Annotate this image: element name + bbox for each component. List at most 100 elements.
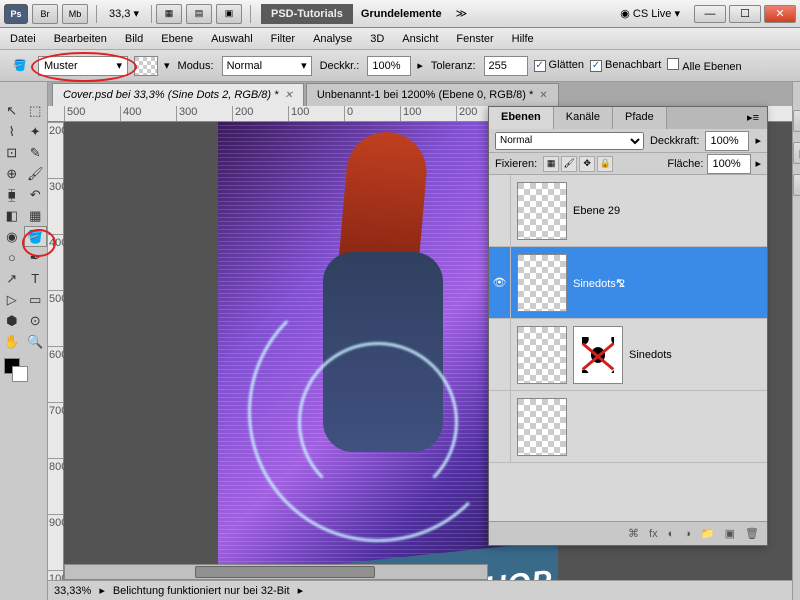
hand-tool[interactable]: ✋ [0, 331, 24, 352]
lock-transparency-icon[interactable]: ▦ [543, 156, 559, 172]
smart-filter-thumbnail[interactable] [573, 326, 623, 384]
pattern-swatch[interactable] [134, 56, 158, 76]
layer-thumbnail[interactable] [517, 182, 567, 240]
visibility-toggle[interactable] [489, 175, 511, 246]
layer-name[interactable]: Sinedots [629, 349, 767, 361]
gradient-tool[interactable]: ▦ [24, 205, 48, 226]
menu-auswahl[interactable]: Auswahl [211, 33, 253, 45]
pen-tool[interactable]: ✒ [24, 247, 48, 268]
layer-row[interactable]: Ebene 29 [489, 175, 767, 247]
close-icon[interactable]: ✕ [284, 90, 292, 101]
minimize-button[interactable]: — [694, 5, 726, 23]
menu-datei[interactable]: Datei [10, 33, 36, 45]
screen-mode-icon[interactable]: ▣ [216, 4, 242, 24]
contiguous-checkbox[interactable]: ✓Benachbart [590, 59, 661, 72]
group-icon[interactable]: 📁 [701, 527, 715, 540]
select-tool[interactable]: ▷ [0, 289, 24, 310]
zoom-tool[interactable]: 🔍 [24, 331, 48, 352]
maximize-button[interactable]: ☐ [729, 5, 761, 23]
layer-opacity-field[interactable]: 100% [705, 131, 749, 151]
new-layer-icon[interactable]: ▣ [725, 527, 735, 540]
lock-pixels-icon[interactable]: 🖌 [561, 156, 577, 172]
wand-tool[interactable]: ✦ [24, 121, 48, 142]
crop-tool[interactable]: ⊡ [0, 142, 24, 163]
layer-thumbnail[interactable] [517, 398, 567, 456]
opacity-field[interactable]: 100% [367, 56, 411, 76]
type-tool[interactable]: T [24, 268, 48, 289]
eraser-tool[interactable]: ◧ [0, 205, 24, 226]
link-layers-icon[interactable]: ⌘ [628, 527, 639, 540]
tab-unbenannt[interactable]: Unbenannt-1 bei 1200% (Ebene 0, RGB/8) *… [306, 83, 559, 106]
layer-thumbnail[interactable] [517, 326, 567, 384]
menu-hilfe[interactable]: Hilfe [512, 33, 534, 45]
lasso-tool[interactable]: ⌇ [0, 121, 24, 142]
scrollbar-horizontal[interactable] [64, 564, 488, 580]
visibility-toggle[interactable]: 👁 [489, 247, 511, 318]
menu-ansicht[interactable]: Ansicht [402, 33, 438, 45]
view-doc-icon[interactable]: ▤ [186, 4, 212, 24]
delete-layer-icon[interactable]: 🗑 [745, 527, 759, 540]
dodge-tool[interactable]: ○ [0, 247, 24, 268]
layer-blend-dropdown[interactable]: Normal [495, 132, 644, 150]
eyedropper-tool[interactable]: ✎ [24, 142, 48, 163]
tab-pfade[interactable]: Pfade [613, 107, 667, 129]
tolerance-field[interactable]: 255 [484, 56, 528, 76]
swatches-panel-icon[interactable]: ▦ [793, 142, 800, 164]
menu-analyse[interactable]: Analyse [313, 33, 352, 45]
paint-bucket-tool[interactable]: 🪣 [24, 226, 48, 247]
move-tool[interactable]: ↖ [0, 100, 24, 121]
menu-fenster[interactable]: Fenster [456, 33, 493, 45]
all-layers-checkbox[interactable]: Alle Ebenen [667, 58, 741, 73]
antialias-checkbox[interactable]: ✓Glätten [534, 59, 584, 72]
tab-cover[interactable]: Cover.psd bei 33,3% (Sine Dots 2, RGB/8)… [52, 83, 304, 106]
color-swatches[interactable] [0, 352, 47, 388]
color-panel-icon[interactable]: ◆ [793, 110, 800, 132]
status-zoom[interactable]: 33,33% [54, 585, 91, 597]
marquee-tool[interactable]: ⬚ [24, 100, 48, 121]
history-brush-tool[interactable]: ↶ [24, 184, 48, 205]
tab-kanale[interactable]: Kanäle [554, 107, 613, 129]
stamp-tool[interactable]: ⧯ [0, 184, 24, 205]
cslive-button[interactable]: ◉ CS Live ▾ [612, 7, 688, 20]
lock-position-icon[interactable]: ✥ [579, 156, 595, 172]
menu-ebene[interactable]: Ebene [161, 33, 193, 45]
layer-mask-icon[interactable]: ◐ [668, 528, 675, 540]
close-icon[interactable]: ✕ [539, 90, 547, 101]
fill-type-dropdown[interactable]: Muster▾ [38, 56, 128, 76]
layer-name[interactable]: Ebene 29 [573, 205, 767, 217]
lock-all-icon[interactable]: 🔒 [597, 156, 613, 172]
adjustments-panel-icon[interactable]: ⊟ [793, 174, 800, 196]
ps-logo[interactable]: Ps [4, 4, 28, 24]
visibility-toggle[interactable] [489, 391, 511, 462]
tab-ebenen[interactable]: Ebenen [489, 107, 554, 129]
minibridge-button[interactable]: Mb [62, 4, 88, 24]
layer-row[interactable]: Sinedots [489, 319, 767, 391]
menu-3d[interactable]: 3D [370, 33, 384, 45]
fill-field[interactable]: 100% [707, 154, 751, 174]
layer-row-selected[interactable]: 👁 Sinedots 2↖ [489, 247, 767, 319]
path-tool[interactable]: ↗ [0, 268, 24, 289]
workspace-dropdown[interactable]: Grundelemente [353, 4, 450, 24]
shape-tool[interactable]: ▭ [24, 289, 48, 310]
brush-tool[interactable]: 🖌 [24, 163, 48, 184]
bridge-button[interactable]: Br [32, 4, 58, 24]
menu-bild[interactable]: Bild [125, 33, 143, 45]
panel-menu-icon[interactable]: ▸≡ [739, 107, 767, 129]
3d-tool[interactable]: ⬢ [0, 310, 24, 331]
workspace-label[interactable]: PSD-Tutorials [261, 4, 353, 24]
menu-bearbeiten[interactable]: Bearbeiten [54, 33, 107, 45]
view-grid-icon[interactable]: ▦ [156, 4, 182, 24]
close-button[interactable]: ✕ [764, 5, 796, 23]
visibility-toggle[interactable] [489, 319, 511, 390]
layer-name[interactable]: Sinedots 2↖ [573, 275, 767, 291]
layer-fx-icon[interactable]: fx [649, 528, 658, 540]
background-color[interactable] [12, 366, 28, 382]
blur-tool[interactable]: ◉ [0, 226, 24, 247]
zoom-display[interactable]: 33,3 ▾ [105, 7, 143, 20]
menu-filter[interactable]: Filter [271, 33, 295, 45]
blend-mode-dropdown[interactable]: Normal▾ [222, 56, 312, 76]
heal-tool[interactable]: ⊕ [0, 163, 24, 184]
3d-camera-tool[interactable]: ⊙ [24, 310, 48, 331]
workspace-more[interactable]: ≫ [456, 7, 468, 20]
layer-thumbnail[interactable] [517, 254, 567, 312]
